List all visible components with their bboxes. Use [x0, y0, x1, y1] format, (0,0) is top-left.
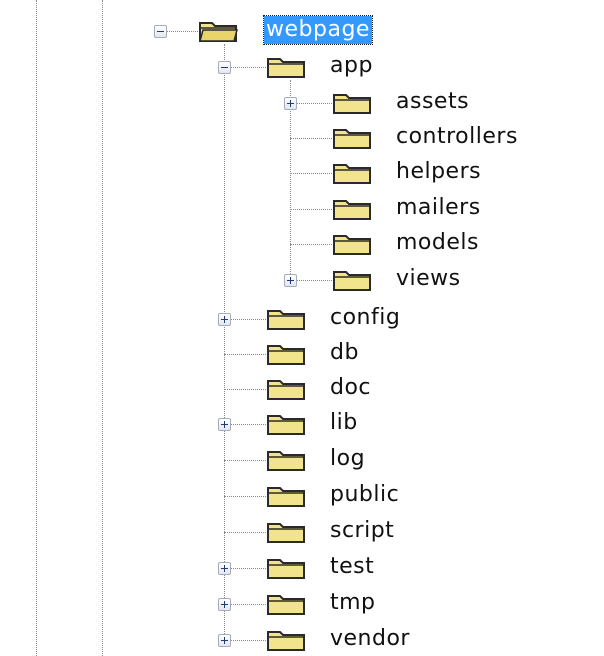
plus-expander-icon[interactable]: [284, 274, 297, 287]
folder-icon: [266, 342, 306, 366]
folder-tree: webpage app assets controllers helpers mailer…: [0, 0, 604, 656]
tree-node-webpage[interactable]: webpage: [263, 15, 373, 45]
tree-guide-line: [102, 0, 103, 656]
tree-node-test[interactable]: test: [330, 553, 374, 581]
plus-expander-icon[interactable]: [284, 97, 297, 110]
tree-node-config[interactable]: config: [330, 304, 400, 332]
plus-expander-icon[interactable]: [218, 313, 231, 326]
folder-icon: [332, 197, 372, 221]
minus-expander-icon[interactable]: [154, 25, 167, 38]
folder-icon: [266, 520, 306, 544]
tree-node-models[interactable]: models: [396, 229, 479, 257]
tree-node-app[interactable]: app: [330, 52, 373, 80]
tree-node-views[interactable]: views: [396, 265, 461, 293]
folder-icon: [266, 377, 306, 401]
folder-icon: [332, 232, 372, 256]
tree-connector-line: [224, 389, 266, 390]
folder-icon: [332, 126, 372, 150]
tree-guide-line: [36, 0, 37, 656]
tree-node-controllers[interactable]: controllers: [396, 123, 518, 151]
plus-expander-icon[interactable]: [218, 562, 231, 575]
folder-icon: [266, 592, 306, 616]
tree-node-lib[interactable]: lib: [330, 409, 358, 437]
folder-icon: [266, 307, 306, 331]
plus-expander-icon[interactable]: [218, 598, 231, 611]
folder-icon: [266, 556, 306, 580]
tree-node-tmp[interactable]: tmp: [330, 589, 376, 617]
tree-node-public[interactable]: public: [330, 481, 399, 509]
folder-icon: [332, 161, 372, 185]
folder-icon: [332, 91, 372, 115]
folder-icon: [266, 448, 306, 472]
tree-node-script[interactable]: script: [330, 517, 394, 545]
folder-icon: [266, 412, 306, 436]
folder-icon: [266, 628, 306, 652]
folder-open-icon: [198, 19, 238, 43]
tree-node-vendor[interactable]: vendor: [330, 625, 410, 653]
tree-connector-line: [224, 532, 266, 533]
tree-node-helpers[interactable]: helpers: [396, 158, 481, 186]
tree-node-log[interactable]: log: [330, 445, 365, 473]
plus-expander-icon[interactable]: [218, 634, 231, 647]
tree-guide-line: [224, 44, 225, 640]
tree-connector-line: [224, 354, 266, 355]
tree-node-mailers[interactable]: mailers: [396, 194, 481, 222]
plus-expander-icon[interactable]: [218, 418, 231, 431]
tree-connector-line: [290, 209, 332, 210]
tree-guide-line: [290, 80, 291, 282]
tree-connector-line: [224, 496, 266, 497]
folder-icon: [332, 268, 372, 292]
folder-icon: [266, 55, 306, 79]
tree-connector-line: [290, 138, 332, 139]
tree-connector-line: [224, 460, 266, 461]
tree-connector-line: [290, 173, 332, 174]
tree-node-assets[interactable]: assets: [396, 88, 469, 116]
tree-node-doc[interactable]: doc: [330, 374, 371, 402]
folder-icon: [266, 484, 306, 508]
tree-node-db[interactable]: db: [330, 339, 359, 367]
minus-expander-icon[interactable]: [218, 61, 231, 74]
tree-connector-line: [290, 244, 332, 245]
